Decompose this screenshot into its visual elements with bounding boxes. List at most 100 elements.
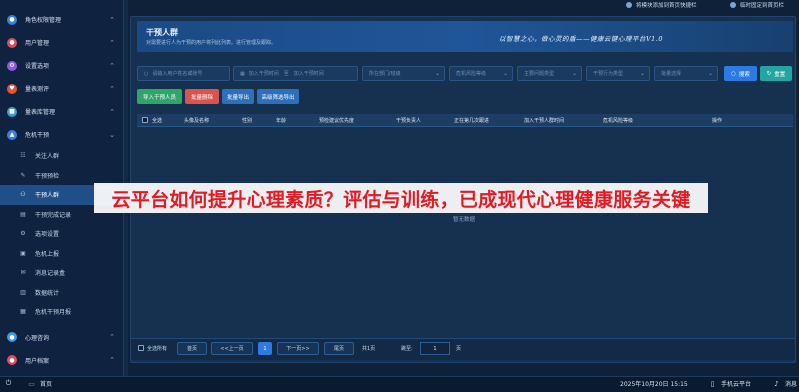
chevron-down-icon: ⌄ [502,70,508,77]
mobile-icon: ▯ [710,379,715,388]
sidebar-subitem-label: 危机上报 [35,250,60,258]
sidebar-item-settings[interactable]: ⚙ 设置选项 ⌃ [0,54,123,77]
taskbar-home[interactable]: ▭ 首页 [27,379,53,389]
sidebar-item-crisis[interactable]: ▲ 危机干预 ⌄ [0,123,123,146]
pin-to-home-link[interactable]: 临时固定到首页栏 [730,0,784,9]
chevron-down-icon: ⌄ [571,70,577,77]
batch-export-button[interactable]: 批量导出 [222,89,254,104]
column-avatar-name: 头像及名称 [184,118,210,124]
sidebar-item-label: 用户管理 [25,40,50,47]
page-description: 对需要进行人为干预的用户将列此列表。进行管理及跟踪。 [146,40,277,46]
column-age: 年龄 [276,118,287,124]
table-header: 全选 头像及名称 性别 年龄 预检建议优先度 干预负责人 正在第几次跟进 加入干… [137,114,793,127]
select-all-checkbox-footer[interactable] [138,345,144,353]
column-owner: 干预负责人 [396,118,422,124]
date-range-input[interactable]: ▦ 加入干预时间 至 加入干预时间 [233,66,358,81]
sidebar-item-label: 心理咨询 [25,334,50,342]
taskbar-messages[interactable]: ♪ 消息 [772,379,797,389]
page-1-button[interactable]: 1 [258,342,272,355]
power-button[interactable]: ⏻ [4,379,17,387]
taskbar-datetime: 2025年10月20日 15:15 [620,379,688,388]
import-button[interactable]: 导入干预人员 [137,89,182,104]
reset-button-label: 重置 [774,71,786,78]
add-shortcut-label: 将模块添加到首页快捷栏 [636,2,697,9]
start-date-placeholder: 加入干预时间 [248,71,279,77]
sidebar-subitem-message-box[interactable]: ✉ 消息记录盒 [0,263,123,283]
jump-page-input[interactable]: 1 [420,342,450,355]
headline-text: 云平台如何提升心理素质？评估与训练，已成现代心理健康服务关键 [111,188,691,211]
issue-type-placeholder: 主要问题类型 [524,71,555,77]
department-placeholder: 所在部门/班级 [369,71,401,77]
power-icon: ⏻ [5,378,12,387]
heart-icon: ♥ [7,83,17,94]
first-page-button[interactable]: 首页 [177,342,207,355]
sidebar-subitem-watch-group[interactable]: ☷ 关注人群 [0,146,123,166]
sidebar-subitem-option-settings[interactable]: ⚙ 选项设置 [0,224,123,244]
settings-icon: ⚙ [7,60,17,71]
prev-page-button[interactable]: <<上一页 [211,342,253,355]
name-search-input[interactable]: ○ 请输入用户姓名或账号 [137,66,230,81]
behavior-type-placeholder: 干预行为类型 [593,71,624,77]
sidebar-item-scale-library[interactable]: ■ 量表库管理 ⌃ [0,100,123,123]
report-icon: ▣ [20,249,26,257]
sidebar-subitem-monthly-report[interactable]: ▦ 危机干预月报 [0,302,123,322]
reset-button[interactable]: ↻ 重置 [760,66,792,81]
total-pages: 共1页 [362,346,376,352]
behavior-type-select[interactable]: 干预行为类型 ⌄ [586,66,650,81]
batch-select[interactable]: 批量选择 ⌄ [654,66,718,81]
sidebar-subitem-crisis-report[interactable]: ▣ 危机上报 [0,244,123,264]
end-date-placeholder: 加入干预时间 [293,71,324,77]
shortcut-icon [626,1,632,8]
jump-label: 跳至: [401,346,413,352]
consult-icon: ● [7,332,17,342]
sidebar-item-role-permissions[interactable]: ● 角色权限管理 ⌃ [0,8,123,31]
name-search-placeholder: 请输入用户姓名或账号 [152,71,203,77]
option-icon: ⚙ [20,230,26,238]
taskbar-home-label: 首页 [40,381,53,388]
sidebar-item-users[interactable]: ● 用户管理 ⌃ [0,31,123,54]
search-button[interactable]: ○ 搜索 [724,66,757,81]
search-icon: ○ [731,70,736,77]
risk-level-select[interactable]: 危机风险等级 ⌄ [449,66,513,81]
column-risk-level: 危机风险等级 [603,118,634,124]
select-all-label: 全选所有 [147,346,168,352]
search-icon: ○ [144,70,149,77]
stats-icon: ▥ [20,288,26,296]
advanced-export-button[interactable]: 高级筛选导出 [257,89,299,104]
column-actions: 操作 [712,118,723,124]
chevron-up-icon: ⌃ [109,333,115,341]
issue-type-select[interactable]: 主要问题类型 ⌄ [517,66,582,81]
department-select[interactable]: 所在部门/班级 ⌄ [362,66,445,81]
user-icon: ● [7,37,17,48]
column-select-all: 全选 [152,118,163,124]
batch-delete-button[interactable]: 批量删除 [185,89,219,104]
sidebar-item-archive[interactable]: ● 用户档案 ⌃ [0,349,123,372]
next-page-button[interactable]: 下一页>> [277,342,319,355]
chevron-up-icon: ⌃ [109,107,115,116]
date-separator: 至 [283,71,289,77]
column-join-time: 加入干预人群时间 [524,118,565,124]
calendar-icon: ▦ [240,70,245,77]
last-page-button[interactable]: 尾页 [324,342,354,355]
chevron-down-icon: ⌄ [707,70,713,77]
select-all-checkbox[interactable] [142,117,148,125]
check-icon: ✎ [20,171,26,179]
chevron-up-icon: ⌃ [109,84,115,93]
sidebar-subitem-label: 干预预检 [35,172,60,180]
sidebar-item-consult[interactable]: ● 心理咨询 ⌃ [0,326,123,349]
sidebar-subitem-statistics[interactable]: ▥ 数据统计 [0,283,123,303]
sidebar-item-assessment[interactable]: ♥ 量表测评 ⌃ [0,77,123,100]
sidebar-subitem-label: 危机干预月报 [35,309,72,317]
chevron-up-icon: ⌃ [109,61,115,70]
taskbar-mobile[interactable]: ▯ 手机云平台 [708,379,751,389]
sidebar-item-label: 量表测评 [25,86,50,93]
archive-icon: ● [7,355,17,365]
column-priority: 预检建议优先度 [319,118,355,124]
monthly-icon: ▦ [20,308,26,316]
add-shortcut-link[interactable]: 将模块添加到首页快捷栏 [626,0,697,9]
role-icon: ● [7,14,17,25]
sidebar-item-label: 用户档案 [25,357,50,365]
sidebar-item-label: 设置选项 [25,63,50,70]
pin-label: 临时固定到首页栏 [740,2,785,9]
chevron-down-icon: ⌄ [639,70,645,77]
